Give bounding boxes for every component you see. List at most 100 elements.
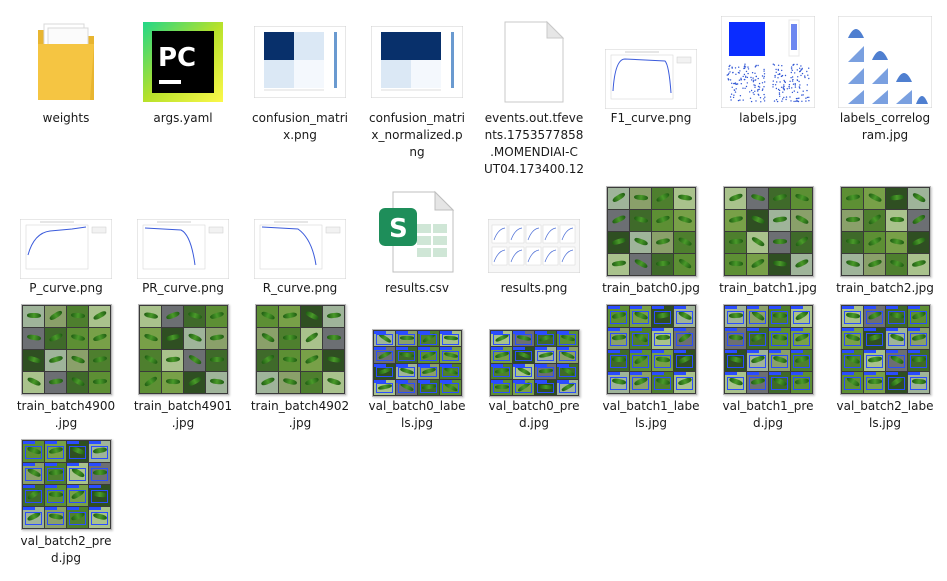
file-item-train-batch0-jpg[interactable]: train_batch0.jpg [595,184,707,312]
file-thumbnail: PC [127,14,239,109]
file-name-label: train_batch4901 .jpg [127,398,239,432]
file-item-val-batch0-labels-jpg[interactable]: val_batch0_labe ls.jpg [361,302,473,430]
file-name-label: P_curve.png [10,280,122,297]
curve-plot-thumbnail [20,219,112,279]
file-thumbnail [10,302,122,397]
file-item-p-curve-png[interactable]: P_curve.png [10,184,122,312]
file-item-r-curve-png[interactable]: R_curve.png [244,184,356,312]
file-item-f1-curve-png[interactable]: F1_curve.png [595,14,707,142]
file-item-labels-correlogram-jpg[interactable]: labels_correlog ram.jpg [829,14,941,142]
file-thumbnail [595,184,707,279]
file-name-label: labels_correlog ram.jpg [829,110,941,144]
file-name-label: val_batch0_pre d.jpg [478,398,590,432]
file-name-label: train_batch2.jpg [829,280,941,297]
image-thumbnail [489,329,580,397]
confusion-matrix-thumbnail [254,26,346,98]
file-name-label: val_batch1_labe ls.jpg [595,398,707,432]
image-thumbnail [372,329,463,397]
file-thumbnail [244,184,356,279]
image-thumbnail [840,304,931,395]
file-item-train-batch2-jpg[interactable]: train_batch2.jpg [829,184,941,312]
file-name-label: results.png [478,280,590,297]
file-name-label: labels.jpg [712,110,824,127]
image-thumbnail [255,304,346,395]
file-thumbnail [361,302,473,397]
csv-logo-letter: S [389,214,408,244]
image-thumbnail [606,186,697,277]
file-thumbnail [595,302,707,397]
file-thumbnail [10,14,122,109]
file-thumbnail [595,14,707,109]
file-thumbnail [829,14,941,109]
file-name-label: confusion_matri x.png [244,110,356,144]
file-name-label: args.yaml [127,110,239,127]
file-item-confusion-matrix-normalized-png[interactable]: confusion_matri x_normalized.p ng [361,14,473,142]
curve-plot-thumbnail [137,219,229,279]
spreadsheet-icon: S [377,190,457,274]
image-thumbnail [840,186,931,277]
file-thumbnail [712,184,824,279]
file-name-label: val_batch0_labe ls.jpg [361,398,473,432]
image-thumbnail [138,304,229,395]
file-thumbnail [829,302,941,397]
folder-icon [34,20,98,104]
pycharm-icon: PC [143,22,223,102]
file-item-labels-jpg[interactable]: labels.jpg [712,14,824,142]
file-item-pr-curve-png[interactable]: PR_curve.png [127,184,239,312]
file-thumbnail [127,302,239,397]
results-plot-thumbnail [488,219,580,273]
file-name-label: val_batch1_pre d.jpg [712,398,824,432]
file-thumbnail: S [361,184,473,279]
curve-plot-thumbnail [605,49,697,109]
image-thumbnail [606,304,697,395]
file-item-events-out-tfevents-1753577858-momendiai-cut04-173400-12[interactable]: events.out.tfeve nts.1753577858 .MOMENDI… [478,14,590,142]
file-name-label: train_batch1.jpg [712,280,824,297]
file-thumbnail [127,184,239,279]
file-name-label: confusion_matri x_normalized.p ng [361,110,473,161]
blank-file-icon [501,20,567,104]
file-item-train-batch1-jpg[interactable]: train_batch1.jpg [712,184,824,312]
file-item-train-batch4902-jpg[interactable]: train_batch4902 .jpg [244,302,356,430]
file-name-label: R_curve.png [244,280,356,297]
file-thumbnail [478,302,590,397]
file-item-val-batch2-labels-jpg[interactable]: val_batch2_labe ls.jpg [829,302,941,430]
file-name-label: train_batch4900 .jpg [10,398,122,432]
file-name-label: results.csv [361,280,473,297]
file-item-train-batch4900-jpg[interactable]: train_batch4900 .jpg [10,302,122,430]
file-item-val-batch2-pred-jpg[interactable]: val_batch2_pre d.jpg [10,437,122,565]
file-name-label: PR_curve.png [127,280,239,297]
file-name-label: val_batch2_labe ls.jpg [829,398,941,432]
file-thumbnail [478,184,590,279]
file-name-label: train_batch0.jpg [595,280,707,297]
file-item-results-png[interactable]: results.png [478,184,590,312]
file-thumbnail [361,14,473,109]
confusion-matrix-thumbnail [371,26,463,98]
file-item-args-yaml[interactable]: PC args.yaml [127,14,239,142]
file-thumbnail [712,14,824,109]
file-item-val-batch1-pred-jpg[interactable]: val_batch1_pre d.jpg [712,302,824,430]
image-thumbnail [21,439,112,530]
file-name-label: weights [10,110,122,127]
file-item-weights[interactable]: weights [10,14,122,142]
labels-thumbnail [721,16,815,108]
file-item-val-batch0-pred-jpg[interactable]: val_batch0_pre d.jpg [478,302,590,430]
file-name-label: val_batch2_pre d.jpg [10,533,122,567]
file-thumbnail [10,184,122,279]
file-thumbnail [244,302,356,397]
file-thumbnail [712,302,824,397]
file-thumbnail [244,14,356,109]
file-item-results-csv[interactable]: S results.csv [361,184,473,312]
file-thumbnail [829,184,941,279]
image-thumbnail [723,304,814,395]
file-name-label: F1_curve.png [595,110,707,127]
curve-plot-thumbnail [254,219,346,279]
pycharm-logo-text: PC [158,43,196,73]
file-item-confusion-matrix-png[interactable]: confusion_matri x.png [244,14,356,142]
file-thumbnail [10,437,122,532]
file-grid: weights PC args.yaml confusion_matri x.p… [0,0,947,581]
correlogram-thumbnail [838,16,932,108]
file-item-train-batch4901-jpg[interactable]: train_batch4901 .jpg [127,302,239,430]
file-item-val-batch1-labels-jpg[interactable]: val_batch1_labe ls.jpg [595,302,707,430]
image-thumbnail [21,304,112,395]
image-thumbnail [723,186,814,277]
